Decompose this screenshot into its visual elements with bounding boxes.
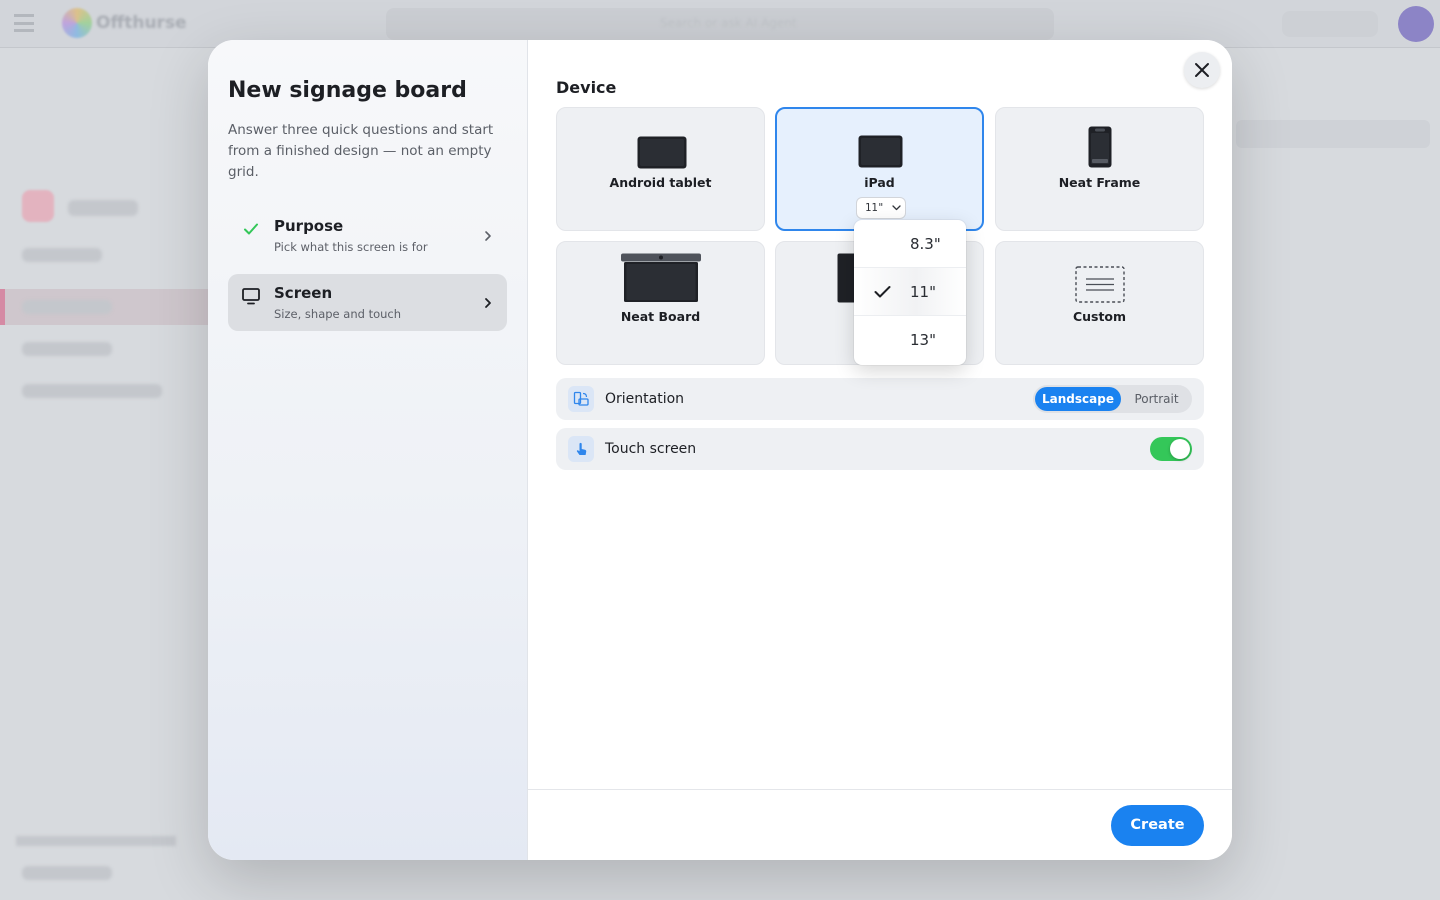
toggle-knob <box>1170 439 1190 459</box>
close-button[interactable] <box>1184 52 1220 88</box>
create-button[interactable]: Create <box>1111 805 1204 846</box>
orientation-label: Orientation <box>605 391 685 407</box>
size-option-label: 11" <box>910 283 936 301</box>
signage-app-icon <box>22 190 54 222</box>
footer-divider <box>528 789 1232 790</box>
neat-frame-icon <box>1088 126 1112 168</box>
device-tile-label: Neat Board <box>620 309 701 324</box>
device-tile-ipad[interactable]: iPad 11" <box>775 107 984 231</box>
size-option-label: 8.3" <box>910 235 941 253</box>
step-screen-title: Screen <box>274 284 333 302</box>
chevron-right-icon <box>481 228 495 242</box>
ipad-size-selector[interactable]: 11" <box>856 197 906 219</box>
touch-screen-toggle[interactable] <box>1150 437 1192 461</box>
step-purpose[interactable]: Purpose Pick what this screen is for <box>228 207 507 264</box>
size-option-13[interactable]: 13" <box>854 316 966 364</box>
sidebar-item-uploaded-media <box>22 384 162 398</box>
app-logo-text: Offthurse <box>96 13 187 33</box>
step-purpose-title: Purpose <box>274 217 344 235</box>
background-search-placeholder: Search or ask AI Agent <box>660 16 797 30</box>
check-icon <box>240 218 262 240</box>
touch-screen-row: Touch screen <box>556 428 1204 470</box>
background-user-pill <box>1282 11 1378 37</box>
sidebar-item-content <box>22 300 112 314</box>
step-purpose-subtitle: Pick what this screen is for <box>274 240 428 254</box>
touch-hand-icon <box>568 436 594 462</box>
custom-icon <box>1075 266 1125 303</box>
neat-board-icon <box>621 253 701 302</box>
wizard-steps-pane: New signage board Answer three quick que… <box>208 40 528 860</box>
ipad-size-value: 11" <box>865 202 884 214</box>
orientation-portrait-button[interactable]: Portrait <box>1123 387 1190 411</box>
check-icon <box>874 284 891 303</box>
screen-config-pane: Device Android tablet iPad 11" Neat Fram… <box>528 40 1232 860</box>
background-devices-item <box>22 866 112 880</box>
close-icon <box>1195 63 1209 77</box>
device-tile-label: iPad <box>864 175 895 190</box>
touch-screen-label: Touch screen <box>605 441 697 457</box>
modal-title: New signage board <box>228 78 467 103</box>
hamburger-menu-icon <box>14 14 34 32</box>
device-tile-neat-frame[interactable]: Neat Frame <box>995 107 1204 231</box>
new-signage-modal: New signage board Answer three quick que… <box>208 40 1232 860</box>
monitor-icon <box>240 285 262 307</box>
device-tile-label: Custom <box>1072 309 1127 324</box>
device-section-label: Device <box>556 78 617 97</box>
device-tile-custom[interactable]: Custom <box>995 241 1204 365</box>
size-option-8-3[interactable]: 8.3" <box>854 220 966 268</box>
size-option-label: 13" <box>910 331 936 349</box>
background-hardware-label <box>16 836 176 846</box>
size-option-11[interactable]: 11" <box>854 268 966 316</box>
orientation-icon <box>568 386 594 412</box>
sidebar-section-title <box>68 200 138 216</box>
chevron-right-icon <box>481 295 495 309</box>
ipad-size-dropdown: 8.3" 11" 13" <box>854 220 966 365</box>
modal-description: Answer three quick questions and start f… <box>228 122 494 180</box>
orientation-row: Orientation Landscape Portrait <box>556 378 1204 420</box>
device-tile-label: Neat Frame <box>1058 175 1141 190</box>
background-right-search <box>1236 120 1430 148</box>
sidebar-collapse <box>22 248 102 262</box>
ipad-icon <box>858 135 903 168</box>
orientation-segmented-control: Landscape Portrait <box>1033 385 1192 413</box>
sidebar-item-playlists <box>22 342 112 356</box>
sidebar-active-indicator <box>0 289 5 325</box>
tablet-icon <box>637 136 687 169</box>
device-tile-android-tablet[interactable]: Android tablet <box>556 107 765 231</box>
background-sidebar <box>0 90 228 900</box>
orientation-landscape-button[interactable]: Landscape <box>1035 387 1121 411</box>
avatar <box>1398 6 1434 42</box>
chevron-down-icon <box>892 205 901 211</box>
step-screen-subtitle: Size, shape and touch <box>274 307 402 321</box>
step-screen[interactable]: Screen Size, shape and touch <box>228 274 507 331</box>
device-tile-label: Android tablet <box>609 175 712 190</box>
app-logo-icon <box>62 8 92 38</box>
device-tile-neat-board[interactable]: Neat Board <box>556 241 765 365</box>
